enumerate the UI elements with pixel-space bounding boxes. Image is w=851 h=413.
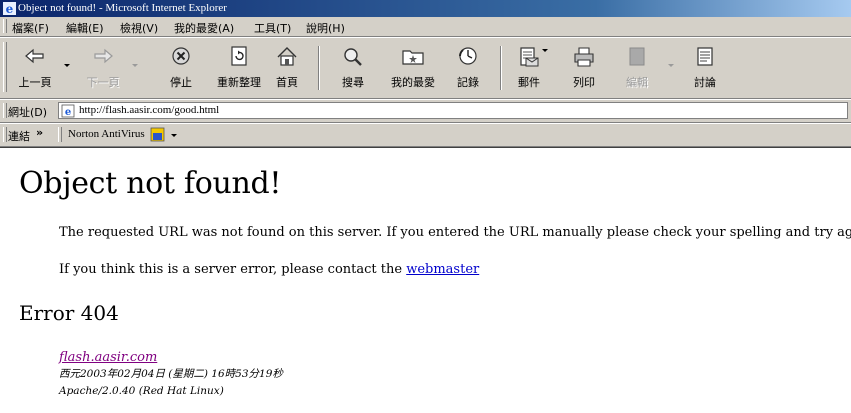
toolbar-grip[interactable] xyxy=(3,42,7,92)
page-icon: e xyxy=(61,104,75,118)
discuss-label: 討論 xyxy=(694,76,716,89)
norton-dropdown-arrow[interactable] xyxy=(171,134,177,137)
forward-dropdown-arrow[interactable] xyxy=(132,64,138,67)
refresh-button[interactable]: 重新整理 xyxy=(210,44,268,92)
edit-button[interactable]: 編輯 xyxy=(612,44,662,92)
edit-icon xyxy=(629,47,645,66)
mail-dropdown-arrow[interactable] xyxy=(542,49,548,52)
menu-help[interactable]: 說明(H) xyxy=(306,20,345,36)
links-chevron[interactable]: » xyxy=(36,126,43,139)
mail-label: 郵件 xyxy=(518,76,540,89)
svg-text:e: e xyxy=(65,107,71,118)
back-button[interactable]: 上一頁 xyxy=(10,44,60,92)
edit-dropdown-arrow[interactable] xyxy=(668,64,674,67)
error-message: The requested URL was not found on this … xyxy=(59,225,851,240)
toolbar-separator xyxy=(318,46,320,90)
menu-favorites[interactable]: 我的最愛(A) xyxy=(174,20,234,36)
search-label: 搜尋 xyxy=(342,76,364,89)
forward-arrow-icon xyxy=(94,48,113,64)
stop-button[interactable]: 停止 xyxy=(156,44,206,92)
contact-text: If you think this is a server error, ple… xyxy=(59,262,407,277)
links-label[interactable]: 連結 xyxy=(8,128,30,144)
address-input[interactable]: e http://flash.aasir.com/good.html xyxy=(58,102,848,119)
browser-window: e Object not found! - Microsoft Internet… xyxy=(0,0,851,413)
print-button[interactable]: 列印 xyxy=(559,44,609,92)
printer-icon xyxy=(574,47,594,67)
refresh-icon xyxy=(231,46,247,66)
home-label: 首頁 xyxy=(276,76,298,89)
norton-antivirus-icon[interactable] xyxy=(150,127,165,142)
host-link[interactable]: flash.aasir.com xyxy=(59,349,283,366)
internet-explorer-icon: e xyxy=(3,2,16,15)
print-label: 列印 xyxy=(573,76,595,89)
server-timestamp: 西元2003年02月04日 (星期二) 16時53分19秒 xyxy=(59,368,283,380)
forward-label: 下一頁 xyxy=(86,76,120,89)
favorites-folder-icon xyxy=(402,50,424,65)
address-bar: 網址(D) e http://flash.aasir.com/good.html xyxy=(0,99,851,123)
window-title: Object not found! - Microsoft Internet E… xyxy=(18,2,227,14)
server-software: Apache/2.0.40 (Red Hat Linux) xyxy=(59,385,224,397)
toolbar-separator xyxy=(500,46,502,90)
refresh-label: 重新整理 xyxy=(217,76,261,89)
links-bar: 連結 » Norton AntiVirus xyxy=(0,123,851,147)
error-code-heading: Error 404 xyxy=(19,301,119,325)
menubar-grip[interactable] xyxy=(3,19,7,33)
address-label: 網址(D) xyxy=(8,106,48,119)
addressbar-grip[interactable] xyxy=(3,103,7,118)
history-icon xyxy=(459,47,477,65)
standard-toolbar: 上一頁 下一頁 停止 重新整理 首頁 搜尋 我的最愛 記錄 郵件 列印 編輯 討… xyxy=(0,37,851,99)
page-content: Object not found! The requested URL was … xyxy=(0,148,851,413)
mail-icon xyxy=(520,47,539,67)
contact-paragraph: If you think this is a server error, ple… xyxy=(59,262,479,277)
norton-grip[interactable] xyxy=(58,127,62,142)
history-label: 記錄 xyxy=(457,76,479,89)
favorites-button[interactable]: 我的最愛 xyxy=(383,44,443,92)
discuss-icon xyxy=(697,47,713,66)
forward-button[interactable]: 下一頁 xyxy=(78,44,128,92)
discuss-button[interactable]: 討論 xyxy=(680,44,730,92)
title-bar[interactable]: e Object not found! - Microsoft Internet… xyxy=(0,0,851,17)
menu-edit[interactable]: 編輯(E) xyxy=(66,20,104,36)
edit-label: 編輯 xyxy=(626,76,648,89)
menu-bar: 檔案(F) 編輯(E) 檢視(V) 我的最愛(A) 工具(T) 說明(H) xyxy=(0,17,851,37)
svg-text:e: e xyxy=(6,2,14,15)
stop-label: 停止 xyxy=(170,76,192,89)
address-url: http://flash.aasir.com/good.html xyxy=(79,104,220,116)
home-icon xyxy=(277,47,297,66)
menu-view[interactable]: 檢視(V) xyxy=(120,20,158,36)
favorites-label: 我的最愛 xyxy=(391,76,435,89)
norton-antivirus-label: Norton AntiVirus xyxy=(68,128,145,140)
page-heading: Object not found! xyxy=(19,166,282,201)
server-signature: flash.aasir.com 西元2003年02月04日 (星期二) 16時5… xyxy=(59,349,283,400)
stop-icon xyxy=(172,47,190,65)
linksbar-grip[interactable] xyxy=(3,127,7,142)
search-button[interactable]: 搜尋 xyxy=(328,44,378,92)
back-label: 上一頁 xyxy=(18,76,52,89)
menu-tools[interactable]: 工具(T) xyxy=(254,20,291,36)
history-button[interactable]: 記錄 xyxy=(443,44,493,92)
home-button[interactable]: 首頁 xyxy=(262,44,312,92)
menu-file[interactable]: 檔案(F) xyxy=(12,20,49,36)
webmaster-link[interactable]: webmaster xyxy=(406,262,479,277)
back-arrow-icon xyxy=(25,48,44,64)
back-dropdown-arrow[interactable] xyxy=(64,64,70,67)
search-icon xyxy=(344,48,362,66)
